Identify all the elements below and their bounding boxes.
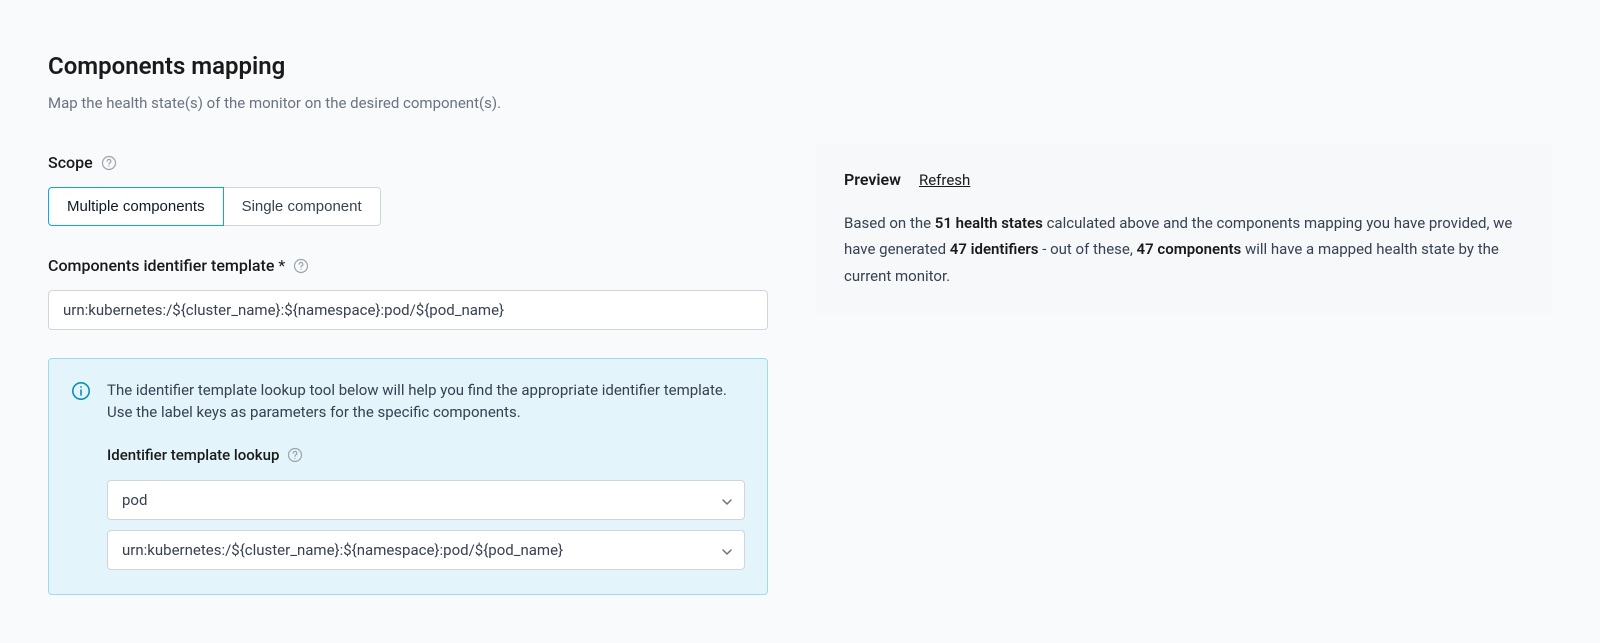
lookup-select-template[interactable]: urn:kubernetes:/${cluster_name}:${namesp…	[107, 530, 745, 570]
left-column: Components mapping Map the health state(…	[48, 48, 768, 595]
help-icon[interactable]	[101, 155, 117, 171]
preview-header: Preview Refresh	[844, 168, 1524, 192]
info-box: The identifier template lookup tool belo…	[48, 358, 768, 596]
preview-body: Based on the 51 health states calculated…	[844, 210, 1524, 289]
lookup-select-template-wrap: urn:kubernetes:/${cluster_name}:${namesp…	[107, 530, 745, 570]
identifier-template-input[interactable]	[48, 290, 768, 330]
info-text: The identifier template lookup tool belo…	[107, 379, 745, 424]
scope-option-single[interactable]: Single component	[223, 187, 381, 226]
lookup-label: Identifier template lookup	[107, 444, 279, 467]
refresh-link[interactable]: Refresh	[919, 171, 970, 189]
preview-section: Preview Refresh Based on the 51 health s…	[816, 144, 1552, 313]
page-title: Components mapping	[48, 48, 768, 84]
page-container: Components mapping Map the health state(…	[0, 0, 1600, 643]
scope-toggle-group: Multiple components Single component	[48, 187, 381, 226]
help-icon[interactable]	[293, 258, 309, 274]
scope-option-multiple[interactable]: Multiple components	[48, 187, 224, 226]
help-icon[interactable]	[287, 447, 303, 463]
info-content: The identifier template lookup tool belo…	[107, 379, 745, 571]
preview-panel: Preview Refresh Based on the 51 health s…	[816, 144, 1552, 313]
identifier-template-label: Components identifier template *	[48, 254, 285, 278]
lookup-select-type-wrap: pod	[107, 480, 745, 520]
identifiers-count: 47 identifiers	[950, 240, 1039, 258]
components-count: 47 components	[1137, 240, 1242, 258]
right-column: Preview Refresh Based on the 51 health s…	[816, 48, 1552, 595]
scope-label: Scope	[48, 151, 93, 175]
preview-title: Preview	[844, 168, 901, 192]
page-subtitle: Map the health state(s) of the monitor o…	[48, 92, 768, 115]
identifier-template-label-row: Components identifier template *	[48, 254, 768, 278]
lookup-select-type[interactable]: pod	[107, 480, 745, 520]
scope-label-row: Scope	[48, 151, 768, 175]
health-states-count: 51 health states	[935, 214, 1043, 232]
lookup-label-row: Identifier template lookup	[107, 444, 745, 467]
info-icon	[71, 381, 91, 401]
